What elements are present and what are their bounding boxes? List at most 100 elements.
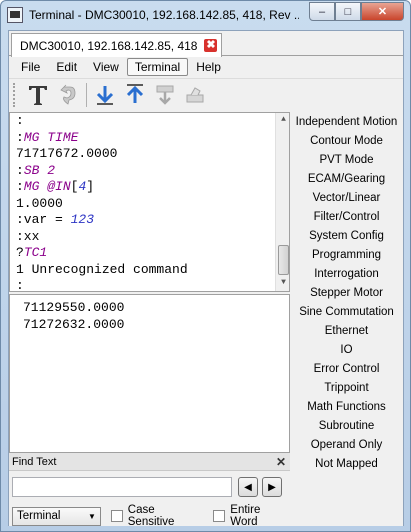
command-output-line: 71129550.0000: [23, 300, 125, 315]
entire-word-label: Entire Word: [230, 504, 261, 528]
menu-terminal[interactable]: Terminal: [126, 58, 189, 76]
terminal-token: @IN: [47, 179, 71, 194]
clear-button[interactable]: [180, 81, 210, 109]
category-trippoint[interactable]: Trippoint: [290, 379, 403, 398]
case-sensitive-label: Case Sensitive: [127, 504, 175, 528]
terminal-line: :: [16, 113, 289, 130]
chevron-down-icon: ▼: [87, 511, 96, 521]
find-next-button[interactable]: ▶: [262, 477, 282, 497]
find-input-row: ◀ ▶: [12, 477, 282, 497]
terminal-token: :: [16, 162, 24, 178]
menu-help[interactable]: Help: [188, 58, 229, 76]
find-scope-select[interactable]: Terminal ▼: [12, 506, 101, 526]
toolbar-grip[interactable]: [13, 82, 17, 107]
category-interrogation[interactable]: Interrogation: [290, 265, 403, 284]
category-ethernet[interactable]: Ethernet: [290, 322, 403, 341]
menu-file[interactable]: File: [13, 58, 48, 76]
terminal-token: MG: [23, 179, 40, 194]
terminal-token: 1 Unrecognized command: [16, 261, 188, 277]
scroll-thumb[interactable]: [278, 245, 289, 275]
download-disabled-icon: [156, 85, 174, 105]
find-panel-header: Find Text ✕: [9, 453, 290, 471]
scroll-up-icon[interactable]: ▲: [276, 113, 289, 128]
terminal-token: ]: [86, 179, 95, 194]
maximize-button[interactable]: □: [335, 2, 361, 21]
category-math-functions[interactable]: Math Functions: [290, 398, 403, 417]
terminal-line: :: [16, 278, 289, 292]
close-find-icon[interactable]: ✕: [276, 455, 286, 469]
command-output-line: 71272632.0000: [23, 316, 125, 332]
terminal-token: TC1: [23, 245, 48, 260]
window-title: Terminal - DMC30010, 192.168.142.85, 418…: [29, 8, 299, 22]
minimize-button[interactable]: –: [309, 2, 335, 21]
tab-controller-terminal[interactable]: DMC30010, 192.168.142.85, 418 ✖: [11, 33, 223, 57]
terminal-token: 123: [70, 212, 95, 227]
menu-edit[interactable]: Edit: [48, 58, 85, 76]
terminal-line: :xx: [16, 229, 289, 246]
toolbar-separator: [86, 82, 87, 107]
terminal-scrollbar[interactable]: ▲ ▼: [275, 113, 289, 291]
category-operand-only[interactable]: Operand Only: [290, 436, 403, 455]
terminal-token: :: [16, 129, 24, 145]
category-filter-control[interactable]: Filter/Control: [290, 208, 403, 227]
command-category-list: Independent Motion Contour Mode PVT Mode…: [290, 112, 403, 526]
terminal-line: :MG @IN[4]: [16, 179, 289, 196]
scroll-down-icon[interactable]: ▼: [276, 276, 289, 291]
category-pvt-mode[interactable]: PVT Mode: [290, 151, 403, 170]
client-area: DMC30010, 192.168.142.85, 418 ✖ File Edi…: [8, 30, 404, 528]
category-sine-commutation[interactable]: Sine Commutation: [290, 303, 403, 322]
category-contour-mode[interactable]: Contour Mode: [290, 132, 403, 151]
terminal-token: :var =: [16, 212, 71, 227]
terminal-line: :MG TIME: [16, 130, 289, 147]
category-subroutine[interactable]: Subroutine: [290, 417, 403, 436]
command-output-pane[interactable]: 71129550.0000 71272632.0000: [9, 294, 290, 459]
category-vector-linear[interactable]: Vector/Linear: [290, 189, 403, 208]
terminal-line: :var = 123: [16, 212, 289, 229]
terminal-app-icon: [7, 7, 23, 23]
category-ecam-gearing[interactable]: ECAM/Gearing: [290, 170, 403, 189]
find-text-input[interactable]: [12, 477, 232, 497]
window-controls: – □ ✕: [309, 2, 404, 21]
undo-button[interactable]: [53, 81, 83, 109]
category-error-control[interactable]: Error Control: [290, 360, 403, 379]
menu-bar: File Edit View Terminal Help: [9, 57, 403, 77]
find-previous-button[interactable]: ◀: [238, 477, 258, 497]
terminal-token: MG TIME: [23, 129, 79, 145]
text-font-icon: [29, 85, 47, 105]
title-bar[interactable]: Terminal - DMC30010, 192.168.142.85, 418…: [1, 1, 410, 29]
terminal-token: 1.0000: [16, 195, 63, 211]
terminal-token: :xx: [16, 228, 40, 244]
download-icon: [96, 85, 114, 105]
arrow-right-icon: ▶: [268, 481, 276, 493]
terminal-line: :SB 2: [16, 163, 289, 180]
find-scope-value: Terminal: [17, 510, 61, 522]
tab-close-icon[interactable]: ✖: [204, 39, 218, 52]
terminal-line: ?TC1: [16, 245, 289, 262]
terminal-token: :: [16, 278, 24, 292]
category-independent-motion[interactable]: Independent Motion: [290, 113, 403, 132]
upload-button[interactable]: [120, 81, 150, 109]
close-window-button[interactable]: ✕: [361, 2, 404, 21]
arrow-left-icon: ◀: [244, 481, 252, 493]
category-stepper-motor[interactable]: Stepper Motor: [290, 284, 403, 303]
category-system-config[interactable]: System Config: [290, 227, 403, 246]
entire-word-checkbox[interactable]: [213, 510, 226, 522]
category-not-mapped[interactable]: Not Mapped: [290, 455, 403, 474]
case-sensitive-checkbox[interactable]: [110, 510, 123, 522]
terminal-line: 1.0000: [16, 196, 289, 213]
find-panel-title: Find Text: [12, 455, 57, 468]
category-programming[interactable]: Programming: [290, 246, 403, 265]
download-disabled-button[interactable]: [150, 81, 180, 109]
font-button[interactable]: [23, 81, 53, 109]
menu-view[interactable]: View: [85, 58, 127, 76]
upload-icon: [126, 83, 144, 103]
find-options-row: Terminal ▼ Case Sensitive Entire Word: [12, 504, 290, 528]
terminal-window: Terminal - DMC30010, 192.168.142.85, 418…: [0, 0, 411, 532]
download-button[interactable]: [90, 81, 120, 109]
terminal-line: 71717672.0000: [16, 146, 289, 163]
terminal-line: 1 Unrecognized command: [16, 262, 289, 279]
terminal-token: :: [16, 179, 24, 194]
document-tab-strip: DMC30010, 192.168.142.85, 418 ✖: [9, 31, 403, 57]
terminal-output[interactable]: ::MG TIME 71717672.0000:SB 2:MG @IN[4] 1.0…: [9, 112, 290, 292]
category-io[interactable]: IO: [290, 341, 403, 360]
